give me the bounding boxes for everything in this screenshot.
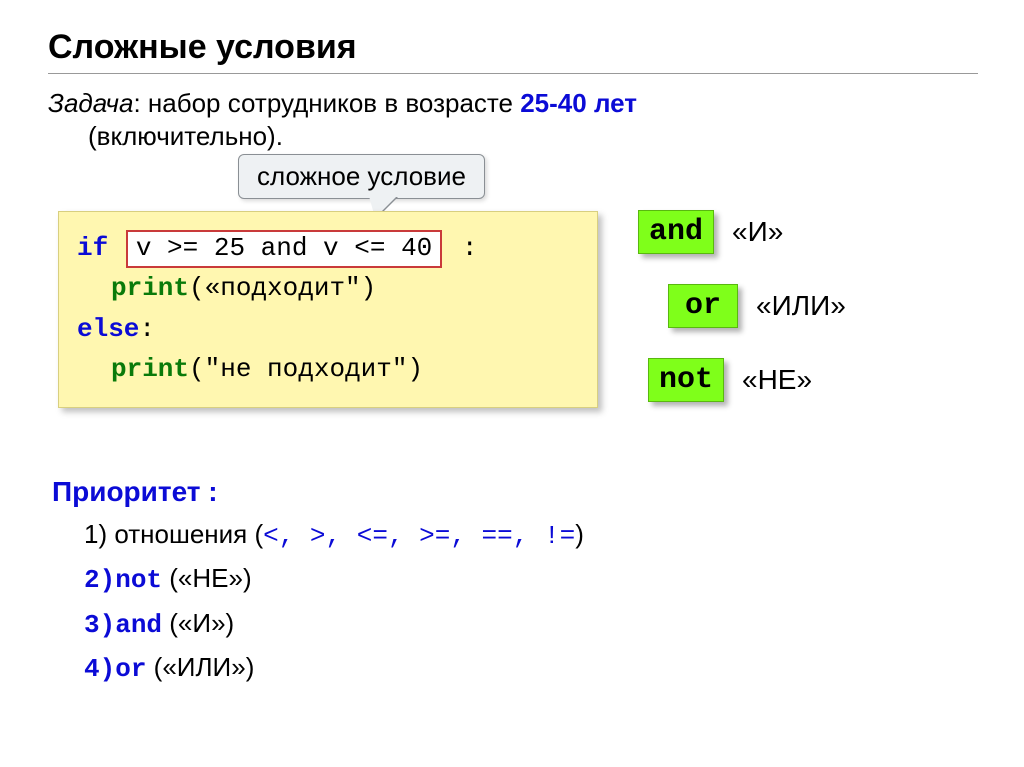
priority-3-label: («И») [169,608,234,638]
condition-text: v >= 25 and v <= 40 [136,233,432,263]
slide-title: Сложные условия [48,28,976,67]
priority-3-kw: and [115,610,162,640]
code-box: if v >= 25 and v <= 40 : print(«подходит… [58,211,598,408]
priority-item-2: 2)not («НЕ») [84,558,976,600]
code-line-print-1: print(«подходит") [77,268,579,308]
operator-badge-not: not [648,358,724,402]
operators-column: and «И» or «ИЛИ» not «НЕ» [638,156,846,432]
operator-row-and: and «И» [638,210,846,254]
priority-item-4: 4)or («ИЛИ») [84,647,976,689]
operator-badge-or: or [668,284,738,328]
callout-text: сложное условие [257,161,466,191]
priority-item-1: 1) отношения (<, >, <=, >=, ==, !=) [84,514,976,556]
priority-3-num: 3) [84,610,115,640]
priority-title: Приоритет : [52,476,976,508]
operator-label-and: «И» [732,216,783,248]
task-text: : набор сотрудников в возрасте [133,88,520,118]
callout-label: сложное условие [238,154,485,199]
code-line-print-2: print("не подходит") [77,349,579,389]
priority-2-num: 2) [84,565,115,595]
operator-row-or: or «ИЛИ» [668,284,846,328]
priority-list: 1) отношения (<, >, <=, >=, ==, !=) 2)no… [84,514,976,689]
priority-2-kw: not [115,565,162,595]
code-area: сложное условие if v >= 25 and v <= 40 :… [48,156,598,408]
priority-4-num: 4) [84,654,115,684]
keyword-print-2: print [111,354,189,384]
keyword-else: else [77,314,139,344]
keyword-print-1: print [111,273,189,303]
priority-4-label: («ИЛИ») [154,652,255,682]
operator-label-not: «НЕ» [742,364,812,396]
priority-1-prefix: 1) отношения ( [84,519,263,549]
priority-1-suffix: ) [575,519,584,549]
condition-frame: v >= 25 and v <= 40 [126,230,442,268]
priority-item-3: 3)and («И») [84,603,976,645]
divider [48,73,978,74]
code-line-if: if v >= 25 and v <= 40 : [77,228,579,268]
colon-1: : [446,233,477,263]
operator-label-or: «ИЛИ» [756,290,846,322]
print-2-arg: ("не подходит") [189,354,423,384]
task-label: Задача [48,88,133,118]
print-1-arg: («подходит") [189,273,376,303]
priority-1-ops: <, >, <=, >=, ==, != [263,521,575,551]
operator-badge-and: and [638,210,714,254]
priority-section: Приоритет : 1) отношения (<, >, <=, >=, … [52,476,976,689]
priority-2-label: («НЕ») [169,563,251,593]
priority-4-kw: or [115,654,146,684]
code-line-else: else: [77,309,579,349]
task-line-1: Задача: набор сотрудников в возрасте 25-… [48,86,976,121]
colon-2: : [139,314,155,344]
task-age-range: 25-40 лет [520,88,637,118]
operator-row-not: not «НЕ» [648,358,846,402]
keyword-if: if [77,233,108,263]
task-line-2: (включительно). [88,121,976,152]
